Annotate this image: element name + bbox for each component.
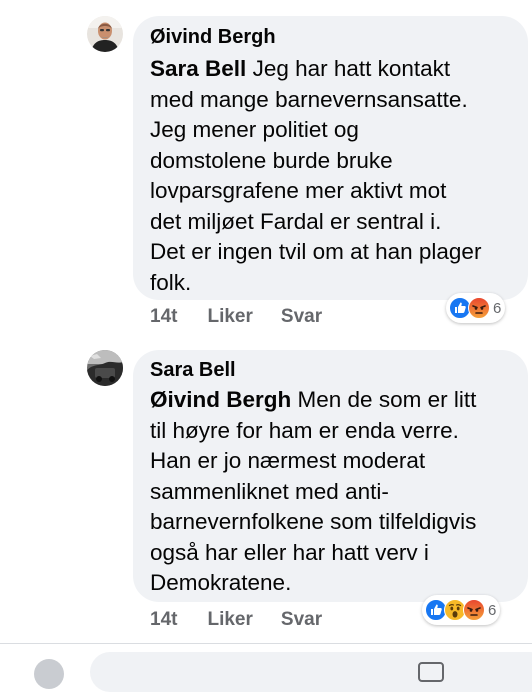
comment-line: Det er ingen tvil om at han plager [150,239,482,264]
avatar[interactable] [87,16,123,52]
reaction-count: 6 [493,299,502,317]
mention-link[interactable]: Øivind Bergh [150,387,291,412]
comment-text: Øivind Bergh Men de som er litt til høyr… [150,385,476,599]
timestamp[interactable]: 14t [150,306,177,328]
like-button[interactable]: Liker [207,609,252,631]
comment-text: Sara Bell Jeg har hatt kontakt med mange… [150,54,481,298]
comment-actions: 14t Liker Svar [150,609,322,631]
comment-line: barnevernfolkene som tilfeldigvis [150,509,477,534]
angry-reaction-icon [463,599,485,621]
reply-button[interactable]: Svar [281,609,322,631]
comment-line: sammenliknet med anti- [150,478,389,504]
profile-photo [87,350,123,386]
comment-line: folk. [150,269,192,295]
reactions-badge[interactable]: 6 [422,595,501,625]
like-button[interactable]: Liker [207,306,252,328]
comment-line: Jeg mener politiet og [150,117,359,142]
mention-link[interactable]: Sara Bell [150,56,246,81]
comment-line: også har eller har hatt verv i [150,539,429,565]
reaction-count: 6 [488,601,497,619]
camera-icon[interactable] [418,662,444,682]
comment-line: Demokratene. [150,570,292,595]
comment-author[interactable]: Sara Bell [150,359,236,382]
comment-line: domstolene burde bruke [150,147,393,173]
comment-line: Sara Bell Jeg har hatt kontakt [150,56,451,81]
comment-author[interactable]: Øivind Bergh [150,26,276,49]
comment-line: Han er jo nærmest moderat [150,448,426,473]
reactions-badge[interactable]: 6 [446,293,506,323]
divider [0,643,532,644]
comment-input[interactable] [90,652,532,692]
avatar[interactable] [87,350,123,386]
comment-line: til høyre for ham er enda verre. [150,417,459,443]
comment-line: med mange barnevernsansatte. [150,86,468,112]
composer-avatar [34,659,64,689]
profile-photo [87,16,123,52]
reply-button[interactable]: Svar [281,306,322,328]
comment-line: Øivind Bergh Men de som er litt [150,387,477,412]
comment-line: det miljøet Fardal er sentral i. [150,208,442,234]
comment-actions: 14t Liker Svar [150,306,322,328]
angry-reaction-icon [468,297,490,319]
timestamp[interactable]: 14t [150,609,177,631]
comment-line: lovparsgrafene mer aktivt mot [150,178,447,203]
